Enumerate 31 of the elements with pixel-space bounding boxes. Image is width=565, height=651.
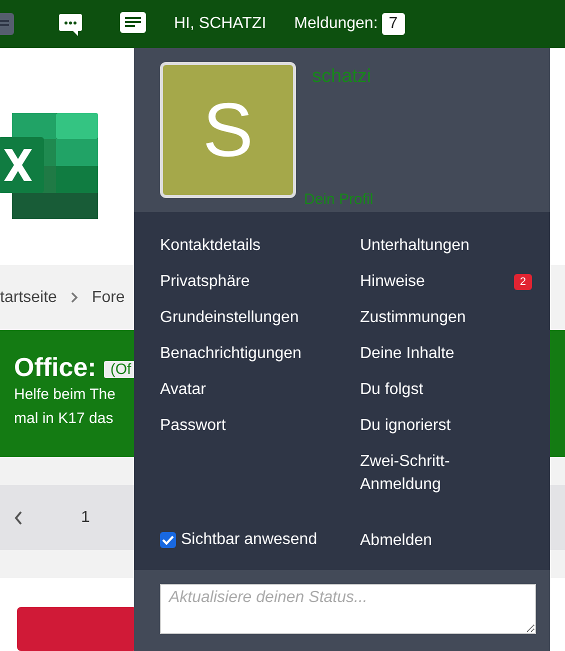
banner-text: mal in K17 das [14,409,114,429]
message-icon[interactable] [120,12,146,36]
menu-link[interactable]: Benachrichtigungen [160,342,302,365]
menu-link[interactable]: Avatar [160,378,206,401]
chevron-icon [70,292,78,303]
checkbox[interactable] [160,532,176,548]
breadcrumb-link[interactable]: tartseite [0,288,57,306]
menu-link[interactable]: Du folgst [360,378,424,401]
menu-link[interactable]: Du ignorierst [360,414,451,437]
menu-link[interactable]: Unterhaltungen [360,234,470,257]
menu-link[interactable]: Hinweise [360,270,425,293]
status-field[interactable]: Aktualisiere deinen Status... [160,584,536,634]
chat-icon[interactable] [58,12,83,36]
breadcrumb-link[interactable]: Fore [92,288,125,306]
menu-link[interactable]: Grundeinstellungen [160,306,299,329]
alerts-count: 7 [382,13,405,35]
page-link[interactable]: 1 [81,508,90,526]
menu-link[interactable]: Kontaktdetails [160,234,261,257]
menu-link[interactable]: Zwei-Schritt-Anmeldung [360,450,470,496]
banner-title: Office: [14,352,96,383]
menu-link[interactable]: Privatsphäre [160,270,250,293]
menu-link[interactable]: Passwort [160,414,226,437]
menu-link[interactable]: Deine Inhalte [360,342,454,365]
previous-icon[interactable] [14,510,23,524]
greeting-link[interactable]: HI, SCHATZI [174,15,266,33]
alerts-link[interactable]: Meldungen: [294,15,378,33]
count-badge: 2 [514,274,532,290]
logout-link[interactable]: Abmelden [360,528,432,552]
menu-link[interactable]: Zustimmungen [360,306,466,329]
banner-text: Helfe beim The [14,385,116,405]
checkbox-label: Sichtbar anwesend [181,531,318,549]
